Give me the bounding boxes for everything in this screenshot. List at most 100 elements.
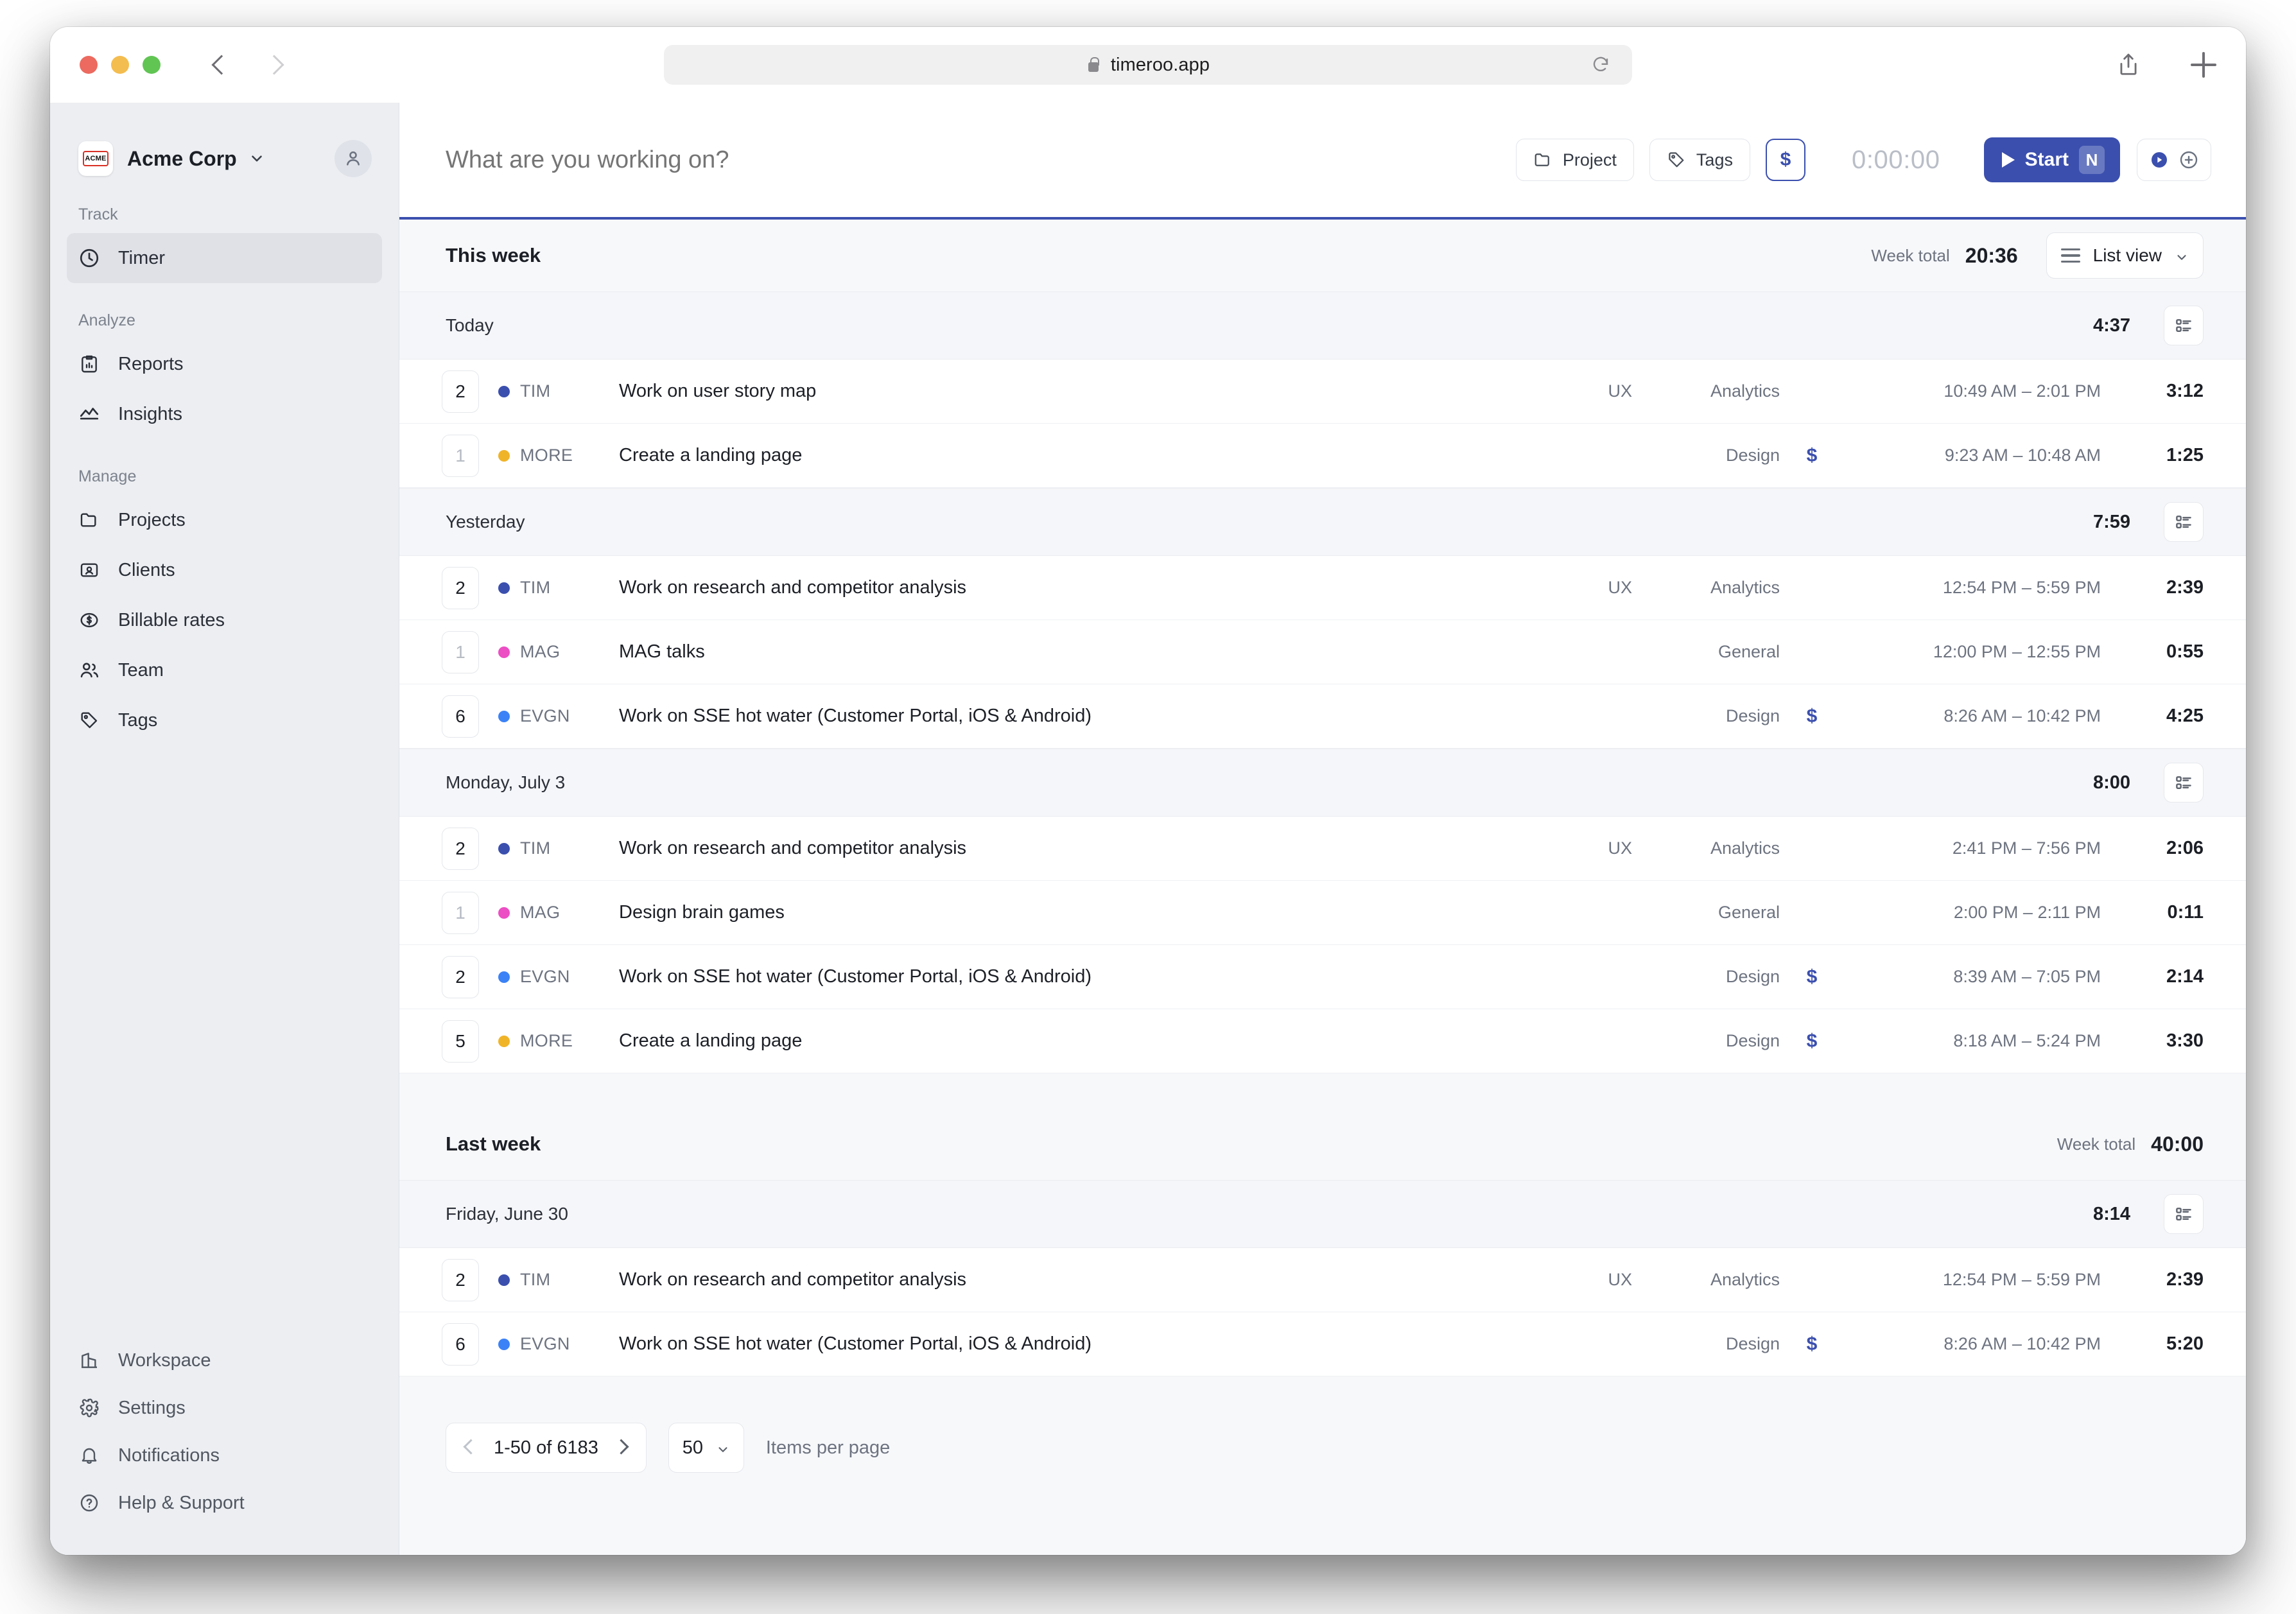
entry-description[interactable]: Design brain games bbox=[619, 902, 1536, 923]
entry-time-range[interactable]: 12:54 PM – 5:59 PM bbox=[1844, 578, 2101, 598]
entry-tag[interactable]: UX bbox=[1536, 838, 1632, 858]
entry-count-badge[interactable]: 6 bbox=[442, 1323, 479, 1366]
entry-client[interactable]: Design bbox=[1632, 967, 1780, 987]
workspace-switcher[interactable]: ACME Acme Corp bbox=[50, 103, 399, 177]
reload-icon[interactable] bbox=[1591, 55, 1610, 74]
maximize-window-button[interactable] bbox=[143, 56, 161, 74]
chevron-right-icon[interactable] bbox=[615, 1441, 629, 1455]
entry-count-badge[interactable]: 2 bbox=[442, 1258, 479, 1301]
entry-project[interactable]: TIM bbox=[498, 578, 606, 598]
entry-duration[interactable]: 2:14 bbox=[2101, 966, 2204, 987]
entry-client[interactable]: Analytics bbox=[1632, 838, 1780, 858]
entry-description[interactable]: Work on research and competitor analysis bbox=[619, 1269, 1536, 1290]
entry-time-range[interactable]: 8:39 AM – 7:05 PM bbox=[1844, 967, 2101, 987]
entry-project[interactable]: MORE bbox=[498, 1031, 606, 1051]
entry-time-range[interactable]: 9:23 AM – 10:48 AM bbox=[1844, 446, 2101, 465]
close-window-button[interactable] bbox=[80, 56, 98, 74]
back-chevron-icon[interactable] bbox=[208, 54, 230, 76]
items-per-page-select[interactable]: 50 bbox=[668, 1423, 744, 1473]
entry-time-range[interactable]: 2:00 PM – 2:11 PM bbox=[1844, 903, 2101, 923]
entry-time-range[interactable]: 12:54 PM – 5:59 PM bbox=[1844, 1270, 2101, 1290]
plus-icon[interactable] bbox=[2191, 52, 2216, 78]
list-view-button[interactable]: List view bbox=[2046, 232, 2204, 279]
entry-time-range[interactable]: 8:26 AM – 10:42 PM bbox=[1844, 1334, 2101, 1354]
entry-project[interactable]: MORE bbox=[498, 446, 606, 465]
sidebar-item-timer[interactable]: Timer bbox=[67, 233, 382, 283]
entry-count-badge[interactable]: 1 bbox=[442, 630, 479, 673]
time-entry-row[interactable]: 1 MAG Design brain games General 2:00 PM – 2… bbox=[399, 881, 2246, 945]
entry-client[interactable]: General bbox=[1632, 903, 1780, 923]
minimize-window-button[interactable] bbox=[111, 56, 129, 74]
plus-circle-icon[interactable] bbox=[2179, 150, 2199, 170]
entry-duration[interactable]: 3:12 bbox=[2101, 381, 2204, 402]
entry-project[interactable]: EVGN bbox=[498, 706, 606, 726]
sidebar-item-workspace[interactable]: Workspace bbox=[67, 1337, 382, 1384]
entry-duration[interactable]: 5:20 bbox=[2101, 1333, 2204, 1355]
sidebar-item-settings[interactable]: Settings bbox=[67, 1384, 382, 1432]
sidebar-item-notifications[interactable]: Notifications bbox=[67, 1432, 382, 1479]
entry-description[interactable]: Work on SSE hot water (Customer Portal, … bbox=[619, 966, 1536, 987]
entry-project[interactable]: TIM bbox=[498, 838, 606, 858]
time-entry-row[interactable]: 2 TIM Work on research and competitor anal… bbox=[399, 1248, 2246, 1312]
entry-description[interactable]: MAG talks bbox=[619, 641, 1536, 663]
entry-time-range[interactable]: 8:26 AM – 10:42 PM bbox=[1844, 706, 2101, 726]
sidebar-item-help-support[interactable]: Help & Support bbox=[67, 1479, 382, 1527]
entry-billable-indicator[interactable]: $ bbox=[1780, 445, 1844, 467]
entry-duration[interactable]: 2:39 bbox=[2101, 577, 2204, 598]
entry-description[interactable]: Work on research and competitor analysis bbox=[619, 577, 1536, 598]
tags-selector-button[interactable]: Tags bbox=[1649, 139, 1750, 181]
entry-client[interactable]: Design bbox=[1632, 1031, 1780, 1051]
time-entry-row[interactable]: 6 EVGN Work on SSE hot water (Customer Por… bbox=[399, 684, 2246, 749]
sidebar-item-insights[interactable]: Insights bbox=[67, 389, 382, 439]
timer-description-input[interactable] bbox=[446, 146, 1516, 174]
sidebar-item-billable-rates[interactable]: Billable rates bbox=[67, 595, 382, 645]
entry-project[interactable]: MAG bbox=[498, 903, 606, 923]
entry-project[interactable]: TIM bbox=[498, 1270, 606, 1290]
timer-mode-toggle[interactable] bbox=[2137, 139, 2211, 181]
entry-billable-indicator[interactable]: $ bbox=[1780, 1030, 1844, 1052]
entry-client[interactable]: Analytics bbox=[1632, 578, 1780, 598]
address-bar[interactable]: timeroo.app bbox=[664, 45, 1632, 85]
entry-client[interactable]: Design bbox=[1632, 706, 1780, 726]
list-detail-icon[interactable] bbox=[2164, 306, 2204, 345]
billable-toggle-button[interactable]: $ bbox=[1765, 139, 1805, 181]
time-entry-row[interactable]: 6 EVGN Work on SSE hot water (Customer Por… bbox=[399, 1312, 2246, 1376]
entry-time-range[interactable]: 8:18 AM – 5:24 PM bbox=[1844, 1031, 2101, 1051]
time-entry-row[interactable]: 1 MORE Create a landing page Design $9:23 AM… bbox=[399, 424, 2246, 488]
entry-count-badge[interactable]: 1 bbox=[442, 434, 479, 477]
time-entry-row[interactable]: 2 TIM Work on research and competitor anal… bbox=[399, 556, 2246, 620]
sidebar-item-tags[interactable]: Tags bbox=[67, 695, 382, 745]
entry-tag[interactable]: UX bbox=[1536, 578, 1632, 598]
sidebar-item-projects[interactable]: Projects bbox=[67, 495, 382, 545]
entry-duration[interactable]: 0:11 bbox=[2101, 902, 2204, 923]
entry-description[interactable]: Create a landing page bbox=[619, 1030, 1536, 1052]
entry-time-range[interactable]: 2:41 PM – 7:56 PM bbox=[1844, 838, 2101, 858]
entry-time-range[interactable]: 12:00 PM – 12:55 PM bbox=[1844, 642, 2101, 662]
entry-description[interactable]: Create a landing page bbox=[619, 445, 1536, 466]
entry-description[interactable]: Work on SSE hot water (Customer Portal, … bbox=[619, 1333, 1536, 1355]
sidebar-item-team[interactable]: Team bbox=[67, 645, 382, 695]
chevron-left-icon[interactable] bbox=[463, 1441, 477, 1455]
entry-duration[interactable]: 1:25 bbox=[2101, 445, 2204, 466]
time-entry-row[interactable]: 1 MAG MAG talks General 12:00 PM – 12:55 PM 0… bbox=[399, 620, 2246, 684]
entry-duration[interactable]: 0:55 bbox=[2101, 641, 2204, 663]
entry-description[interactable]: Work on SSE hot water (Customer Portal, … bbox=[619, 706, 1536, 727]
entry-duration[interactable]: 2:06 bbox=[2101, 838, 2204, 859]
entry-count-badge[interactable]: 5 bbox=[442, 1020, 479, 1063]
entry-count-badge[interactable]: 1 bbox=[442, 891, 479, 934]
entry-count-badge[interactable]: 2 bbox=[442, 955, 479, 998]
entry-count-badge[interactable]: 2 bbox=[442, 370, 479, 413]
play-circle-icon[interactable] bbox=[2149, 150, 2170, 170]
user-avatar-icon[interactable] bbox=[335, 140, 372, 177]
entry-count-badge[interactable]: 2 bbox=[442, 827, 479, 870]
entry-billable-indicator[interactable]: $ bbox=[1780, 966, 1844, 988]
forward-chevron-icon[interactable] bbox=[263, 54, 285, 76]
entry-duration[interactable]: 3:30 bbox=[2101, 1030, 2204, 1052]
time-entry-row[interactable]: 2 TIM Work on research and competitor anal… bbox=[399, 817, 2246, 881]
time-entry-row[interactable]: 5 MORE Create a landing page Design $8:18 AM… bbox=[399, 1009, 2246, 1073]
list-detail-icon[interactable] bbox=[2164, 1194, 2204, 1234]
entry-tag[interactable]: UX bbox=[1536, 381, 1632, 401]
entry-client[interactable]: Design bbox=[1632, 1334, 1780, 1354]
entry-description[interactable]: Work on user story map bbox=[619, 381, 1536, 402]
entry-client[interactable]: General bbox=[1632, 642, 1780, 662]
